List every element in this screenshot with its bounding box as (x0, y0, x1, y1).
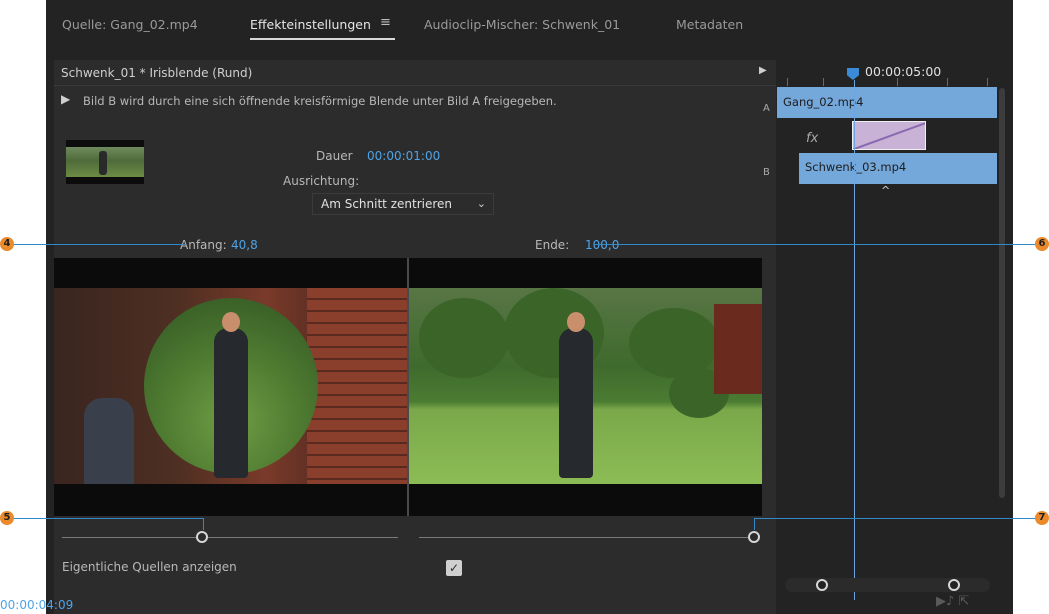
track-b-label: B (763, 167, 770, 178)
callout-line-5 (14, 518, 204, 519)
chevron-right-icon[interactable]: ▶ (759, 65, 767, 76)
current-timecode: 00:00:04:09 (0, 598, 74, 612)
ruler-tick (787, 78, 788, 86)
effect-header: Schwenk_01 * Irisblende (Rund) ▶ (54, 60, 776, 86)
start-preview-image (54, 288, 407, 484)
export-icons[interactable]: ▶♪ ⇱ (936, 594, 969, 609)
callout-line-6 (594, 244, 1035, 245)
start-slider-track[interactable] (62, 537, 398, 538)
callout-line-7 (754, 518, 1035, 519)
callout-badge-7: 7 (1035, 511, 1049, 525)
callout-line-7-drop (754, 518, 755, 530)
ruler-tick (897, 78, 898, 86)
person-figure (559, 328, 593, 478)
alignment-selected-value: Am Schnitt zentrieren (321, 197, 452, 211)
tab-source[interactable]: Quelle: Gang_02.mp4 (62, 17, 198, 32)
effect-description: Bild B wird durch eine sich öffnende kre… (83, 94, 557, 108)
play-icon[interactable]: ▶ (61, 92, 70, 106)
clip-b[interactable]: Schwenk_03.mp4 (799, 153, 997, 184)
zoom-handle-right[interactable] (948, 579, 960, 591)
thumbnail-image (66, 147, 144, 177)
callout-line-5-drop (203, 518, 204, 530)
zoom-handle-left[interactable] (816, 579, 828, 591)
ruler-tick (823, 78, 824, 86)
brick-wall (307, 288, 407, 484)
duration-value[interactable]: 00:00:01:00 (367, 149, 440, 163)
tab-bar: Quelle: Gang_02.mp4 Effekteinstellungen … (46, 0, 1013, 48)
panel-menu-icon[interactable]: ≡ (380, 15, 391, 30)
tab-effect-controls[interactable]: Effekteinstellungen (250, 17, 371, 32)
clip-a-label: Gang_02.mp4 (783, 95, 864, 109)
tree (419, 298, 509, 378)
start-slider-handle[interactable] (196, 531, 208, 543)
callout-line-4 (14, 244, 186, 245)
alignment-label: Ausrichtung: (283, 174, 360, 188)
caret-up-icon: ^ (881, 184, 891, 197)
checkmark-icon: ✓ (448, 561, 460, 575)
effect-controls-panel: Quelle: Gang_02.mp4 Effekteinstellungen … (46, 0, 1013, 614)
clip-b-label: Schwenk_03.mp4 (805, 160, 907, 174)
ruler-tick (947, 78, 948, 86)
callout-badge-6: 6 (1035, 237, 1049, 251)
alignment-dropdown[interactable]: Am Schnitt zentrieren ⌄ (312, 193, 494, 215)
end-label: Ende: (535, 238, 570, 252)
transition-thumbnail (66, 140, 144, 184)
ruler-tick (987, 78, 988, 86)
vertical-scrollbar[interactable] (999, 88, 1005, 498)
end-slider-handle[interactable] (748, 531, 760, 543)
end-slider-track[interactable] (419, 537, 753, 538)
callout-badge-4: 4 (0, 237, 14, 251)
callout-badge-5: 5 (0, 511, 14, 525)
track-a-label: A (763, 103, 770, 114)
transition-diagonal (853, 122, 925, 149)
end-preview-image (409, 288, 762, 484)
ruler-timecode: 00:00:05:00 (865, 64, 942, 79)
duration-label: Dauer (316, 149, 353, 163)
end-preview (409, 258, 762, 516)
tab-metadata[interactable]: Metadaten (676, 17, 743, 32)
start-preview (54, 258, 407, 516)
background-person (84, 398, 134, 484)
start-label: Anfang: (180, 238, 227, 252)
mini-timeline: 00:00:05:00 Gang_02.mp4 A fx Schwenk_03.… (763, 60, 1013, 614)
effect-settings-area: Schwenk_01 * Irisblende (Rund) ▶ ▶ Bild … (54, 60, 776, 614)
playhead-line (854, 80, 855, 600)
transition-clip[interactable] (852, 121, 926, 150)
start-value[interactable]: 40,8 (231, 238, 258, 252)
active-tab-indicator (250, 38, 395, 40)
tab-audio-clip-mixer[interactable]: Audioclip-Mischer: Schwenk_01 (424, 17, 620, 32)
end-value[interactable]: 100,0 (585, 238, 619, 252)
tree (629, 308, 719, 378)
show-sources-checkbox[interactable]: ✓ (446, 560, 462, 576)
effect-title: Schwenk_01 * Irisblende (Rund) (61, 66, 253, 80)
house (714, 304, 762, 394)
chevron-down-icon: ⌄ (476, 197, 486, 210)
clip-a[interactable]: Gang_02.mp4 (777, 87, 997, 118)
fx-icon: fx (806, 131, 819, 146)
person-head (222, 312, 240, 332)
person-head (567, 312, 585, 332)
person-figure (214, 328, 248, 478)
show-sources-label: Eigentliche Quellen anzeigen (62, 560, 237, 574)
